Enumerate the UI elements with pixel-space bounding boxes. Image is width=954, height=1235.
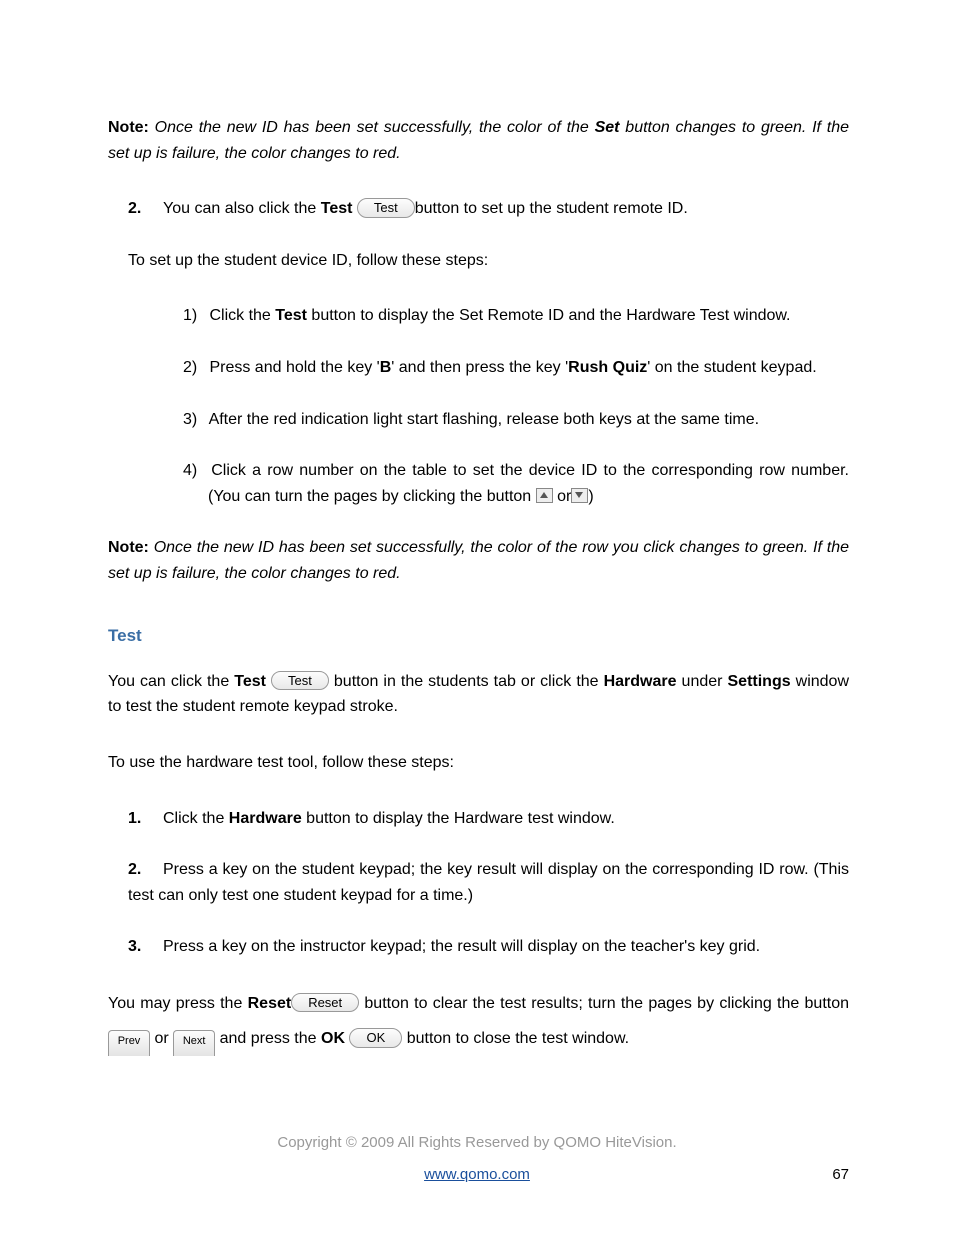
step-number: 2. xyxy=(128,857,163,883)
step-number: 1. xyxy=(128,806,163,832)
hw-step-3: 3.Press a key on the instructor keypad; … xyxy=(128,934,849,960)
prev-button-image: Prev xyxy=(108,1030,150,1056)
note-2: Note: Once the new ID has been set succe… xyxy=(108,535,849,586)
reset-button-image: Reset xyxy=(291,993,359,1013)
sublist: 1) Click the Test button to display the … xyxy=(183,303,849,509)
hardware-test-intro: To use the hardware test tool, follow th… xyxy=(108,750,849,776)
hw-step-1: 1.Click the Hardware button to display t… xyxy=(128,806,849,832)
ok-button-image: OK xyxy=(349,1028,402,1048)
substep-1: 1) Click the Test button to display the … xyxy=(183,303,849,329)
top-step-list: 2.You can also click the Test Testbutton… xyxy=(128,196,849,222)
hw-step-2: 2.Press a key on the student keypad; the… xyxy=(128,857,849,908)
substep-number: 2) xyxy=(183,355,205,381)
substep-3: 3) After the red indication light start … xyxy=(183,407,849,433)
page-down-icon xyxy=(571,488,588,503)
website-footer: www.qomo.com xyxy=(108,1163,846,1187)
note-label: Note: xyxy=(108,539,149,556)
substep-text: Press and hold the key 'B' and then pres… xyxy=(209,359,816,376)
note-1-text-a: Once the new ID has been set successfull… xyxy=(149,119,595,136)
substep-number: 3) xyxy=(183,407,205,433)
copyright-footer: Copyright © 2009 All Rights Reserved by … xyxy=(108,1131,846,1155)
step-text-a: You can also click the xyxy=(163,200,321,217)
step-bold: Test xyxy=(321,200,353,217)
hardware-steps: 1.Click the Hardware button to display t… xyxy=(128,806,849,960)
substep-text: Click the Test button to display the Set… xyxy=(209,307,790,324)
website-link[interactable]: www.qomo.com xyxy=(424,1166,530,1183)
top-step-2: 2.You can also click the Test Testbutton… xyxy=(128,196,849,222)
substep-2: 2) Press and hold the key 'B' and then p… xyxy=(183,355,849,381)
next-button-image: Next xyxy=(173,1030,215,1056)
test-button-image-1: Test xyxy=(357,198,415,218)
setup-instructions-intro: To set up the student device ID, follow … xyxy=(128,248,849,274)
test-section-intro: You can click the Test Test button in th… xyxy=(108,669,849,720)
substep-number: 1) xyxy=(183,303,205,329)
page-up-icon xyxy=(536,488,553,503)
step-number: 3. xyxy=(128,934,163,960)
note-1: Note: Once the new ID has been set succe… xyxy=(108,115,849,166)
substep-4: 4) Click a row number on the table to se… xyxy=(183,458,849,509)
note-label: Note: xyxy=(108,119,149,136)
note-2-text: Once the new ID has been set successfull… xyxy=(108,539,849,582)
document-page: Note: Once the new ID has been set succe… xyxy=(0,0,954,1235)
reset-ok-paragraph: You may press the ResetReset button to c… xyxy=(108,986,849,1056)
page-number: 67 xyxy=(832,1163,849,1187)
note-1-bold: Set xyxy=(595,119,620,136)
substep-text: After the red indication light start fla… xyxy=(209,411,760,428)
substep-text: Click a row number on the table to set t… xyxy=(208,462,849,505)
substep-number: 4) xyxy=(183,458,205,484)
step-text-b: button to set up the student remote ID. xyxy=(415,200,688,217)
section-heading-test: Test xyxy=(108,622,849,649)
test-button-image-2: Test xyxy=(271,671,329,691)
step-number: 2. xyxy=(128,196,163,222)
